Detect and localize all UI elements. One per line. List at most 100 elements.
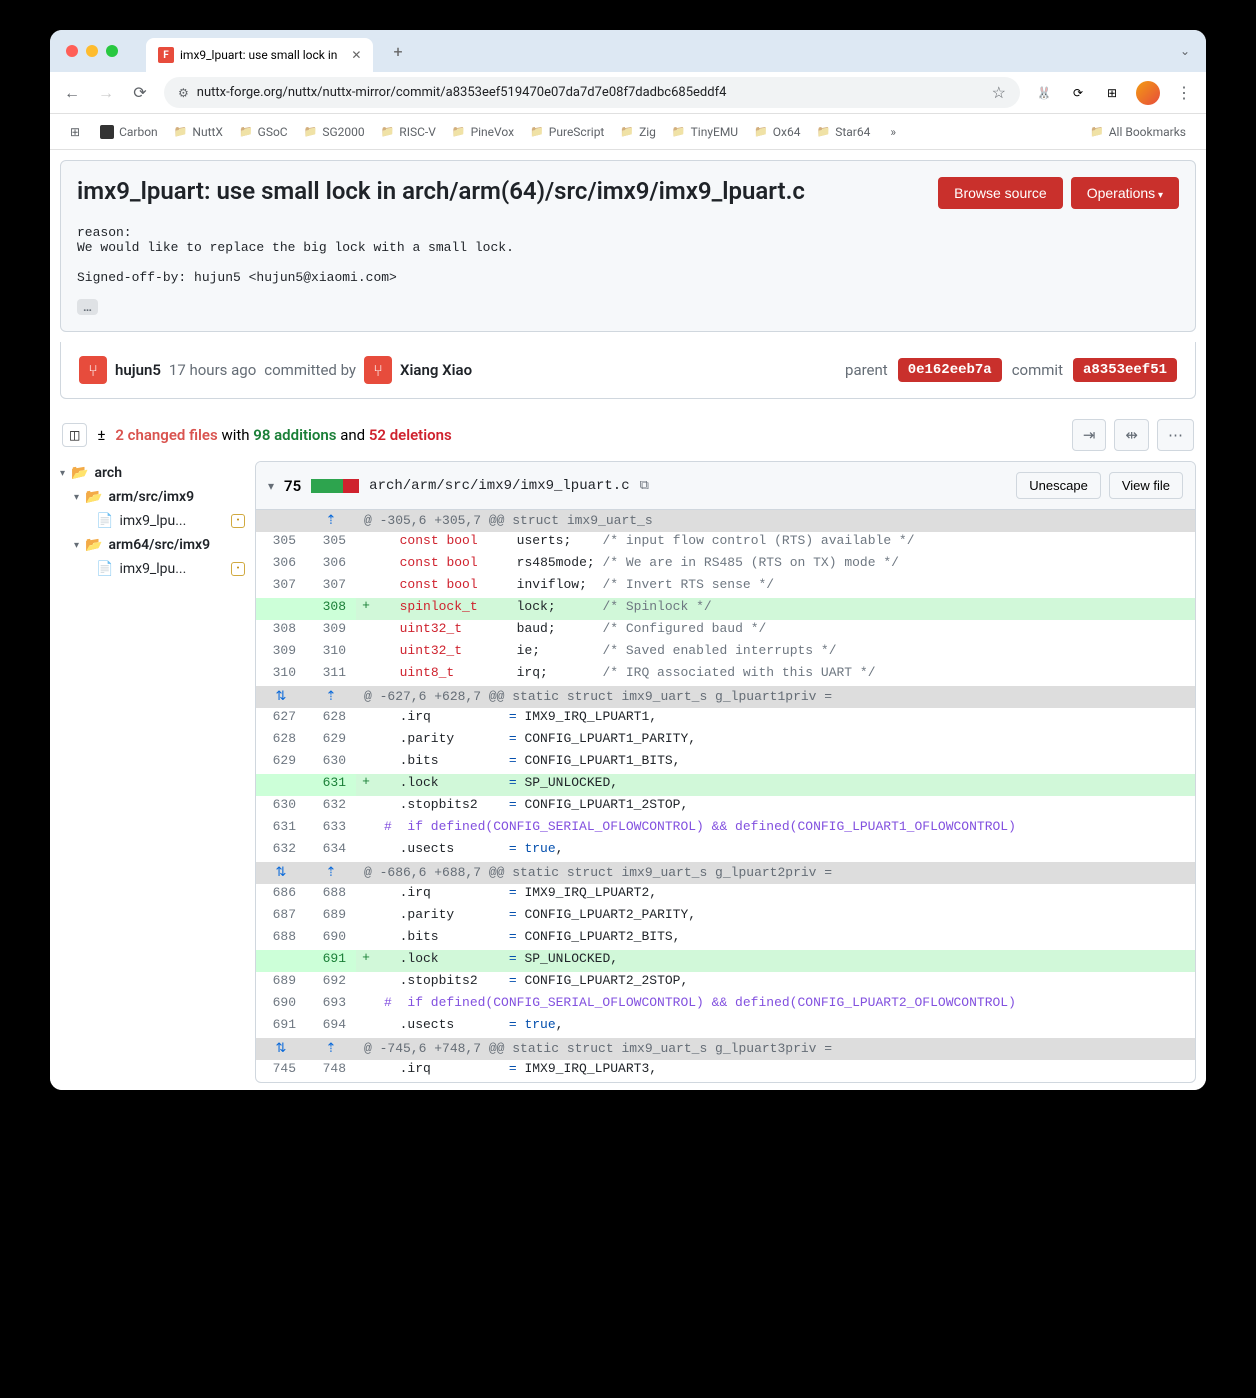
expand-icon[interactable]: ⇅: [256, 1038, 306, 1060]
line-num-new[interactable]: 634: [306, 840, 356, 862]
line-num-new[interactable]: 306: [306, 554, 356, 576]
line-num-old[interactable]: 628: [256, 730, 306, 752]
bookmark-item[interactable]: NuttX: [166, 121, 231, 143]
minimize-window-icon[interactable]: [86, 45, 98, 57]
line-num-old[interactable]: 306: [256, 554, 306, 576]
expand-up-icon[interactable]: ⇡: [306, 862, 356, 884]
parent-sha[interactable]: 0e162eeb7a: [898, 358, 1002, 382]
line-num-new[interactable]: 748: [306, 1060, 356, 1082]
file-path[interactable]: arch/arm/src/imx9/imx9_lpuart.c: [369, 478, 629, 494]
committer-name[interactable]: Xiang Xiao: [400, 361, 472, 379]
maximize-window-icon[interactable]: [106, 45, 118, 57]
line-num-new[interactable]: 631: [306, 774, 356, 796]
line-num-old[interactable]: [256, 950, 306, 972]
line-num-old[interactable]: 310: [256, 664, 306, 686]
line-num-new[interactable]: 688: [306, 884, 356, 906]
line-num-old[interactable]: 629: [256, 752, 306, 774]
line-num-new[interactable]: 690: [306, 928, 356, 950]
url-bar[interactable]: ⚙ nuttx-forge.org/nuttx/nuttx-mirror/com…: [164, 77, 1020, 108]
bookmark-item[interactable]: Carbon: [92, 121, 166, 143]
whitespace-button[interactable]: ⇥: [1072, 419, 1107, 451]
line-num-new[interactable]: 689: [306, 906, 356, 928]
chevron-down-icon[interactable]: ⌄: [1180, 44, 1190, 58]
extension-icon[interactable]: 🐰: [1034, 83, 1054, 103]
close-tab-icon[interactable]: ✕: [351, 48, 361, 62]
committer-avatar[interactable]: ⑂: [364, 356, 392, 384]
copy-path-icon[interactable]: ⧉: [640, 478, 649, 493]
operations-button[interactable]: Operations: [1071, 177, 1179, 209]
bookmark-item[interactable]: GSoC: [231, 121, 296, 143]
line-num-new[interactable]: 632: [306, 796, 356, 818]
line-num-old[interactable]: 309: [256, 642, 306, 664]
extension-refresh-icon[interactable]: ⟳: [1068, 83, 1088, 103]
tree-folder-arm64[interactable]: ▾ 📂 arm64/src/imx9: [60, 533, 245, 557]
close-window-icon[interactable]: [66, 45, 78, 57]
bookmark-item[interactable]: Zig: [612, 121, 664, 143]
line-num-new[interactable]: 309: [306, 620, 356, 642]
back-button[interactable]: ←: [62, 83, 82, 103]
line-num-old[interactable]: [256, 598, 306, 620]
line-num-new[interactable]: 305: [306, 532, 356, 554]
browse-source-button[interactable]: Browse source: [938, 177, 1063, 209]
line-num-old[interactable]: 687: [256, 906, 306, 928]
split-view-button[interactable]: ⇹: [1114, 419, 1149, 451]
expand-up-icon[interactable]: ⇡: [306, 510, 356, 532]
commit-sha[interactable]: a8353eef51: [1073, 358, 1177, 382]
menu-icon[interactable]: ⋮: [1174, 83, 1194, 102]
changed-files-link[interactable]: 2 changed files: [115, 426, 217, 444]
reload-button[interactable]: ⟳: [130, 83, 150, 102]
bookmark-item[interactable]: SG2000: [296, 121, 373, 143]
line-num-new[interactable]: 629: [306, 730, 356, 752]
bookmark-item[interactable]: TinyEMU: [664, 121, 746, 143]
line-num-old[interactable]: 688: [256, 928, 306, 950]
line-num-old[interactable]: 632: [256, 840, 306, 862]
bookmark-item[interactable]: PureScript: [522, 121, 612, 143]
extensions-menu-icon[interactable]: ⊞: [1102, 83, 1122, 103]
line-num-old[interactable]: 686: [256, 884, 306, 906]
profile-avatar[interactable]: [1136, 81, 1160, 105]
bookmarks-overflow[interactable]: »: [882, 125, 904, 139]
line-num-old[interactable]: 305: [256, 532, 306, 554]
more-options-button[interactable]: ⋯: [1157, 419, 1194, 451]
author-avatar[interactable]: ⑂: [79, 356, 107, 384]
expand-icon[interactable]: ⇅: [256, 686, 306, 708]
bookmark-item[interactable]: Star64: [809, 121, 879, 143]
line-num-old[interactable]: 690: [256, 994, 306, 1016]
author-name[interactable]: hujun5: [115, 361, 161, 379]
view-file-button[interactable]: View file: [1109, 472, 1183, 499]
tree-file-arm64[interactable]: 📄 imx9_lpu... •: [60, 557, 245, 581]
line-num-new[interactable]: 310: [306, 642, 356, 664]
line-num-new[interactable]: 691: [306, 950, 356, 972]
line-num-new[interactable]: 311: [306, 664, 356, 686]
line-num-old[interactable]: 307: [256, 576, 306, 598]
forward-button[interactable]: →: [96, 83, 116, 103]
line-num-old[interactable]: 627: [256, 708, 306, 730]
line-num-new[interactable]: 633: [306, 818, 356, 840]
browser-tab[interactable]: F imx9_lpuart: use small lock in ✕: [146, 38, 373, 72]
line-num-new[interactable]: 628: [306, 708, 356, 730]
line-num-old[interactable]: 691: [256, 1016, 306, 1038]
line-num-new[interactable]: 693: [306, 994, 356, 1016]
line-num-old[interactable]: 631: [256, 818, 306, 840]
tree-file-arm[interactable]: 📄 imx9_lpu... •: [60, 509, 245, 533]
expand-message-button[interactable]: …: [77, 299, 98, 315]
line-num-new[interactable]: 692: [306, 972, 356, 994]
line-num-old[interactable]: 745: [256, 1060, 306, 1082]
line-num-new[interactable]: 694: [306, 1016, 356, 1038]
expand-up-icon[interactable]: ⇡: [306, 1038, 356, 1060]
bookmark-item[interactable]: Ox64: [746, 121, 808, 143]
apps-icon[interactable]: ⊞: [62, 121, 88, 143]
line-num-old[interactable]: [256, 774, 306, 796]
line-num-new[interactable]: 308: [306, 598, 356, 620]
tree-folder-arch[interactable]: ▾ 📂 arch: [60, 461, 245, 485]
collapse-sidebar-icon[interactable]: ◫: [62, 423, 87, 447]
tree-folder-arm[interactable]: ▾ 📂 arm/src/imx9: [60, 485, 245, 509]
expand-icon[interactable]: ⇅: [256, 862, 306, 884]
expand-icon[interactable]: [256, 510, 306, 532]
line-num-new[interactable]: 307: [306, 576, 356, 598]
site-settings-icon[interactable]: ⚙: [178, 86, 189, 100]
expand-up-icon[interactable]: ⇡: [306, 686, 356, 708]
line-num-old[interactable]: 308: [256, 620, 306, 642]
all-bookmarks-folder[interactable]: All Bookmarks: [1082, 121, 1194, 143]
bookmark-item[interactable]: RISC-V: [373, 121, 444, 143]
